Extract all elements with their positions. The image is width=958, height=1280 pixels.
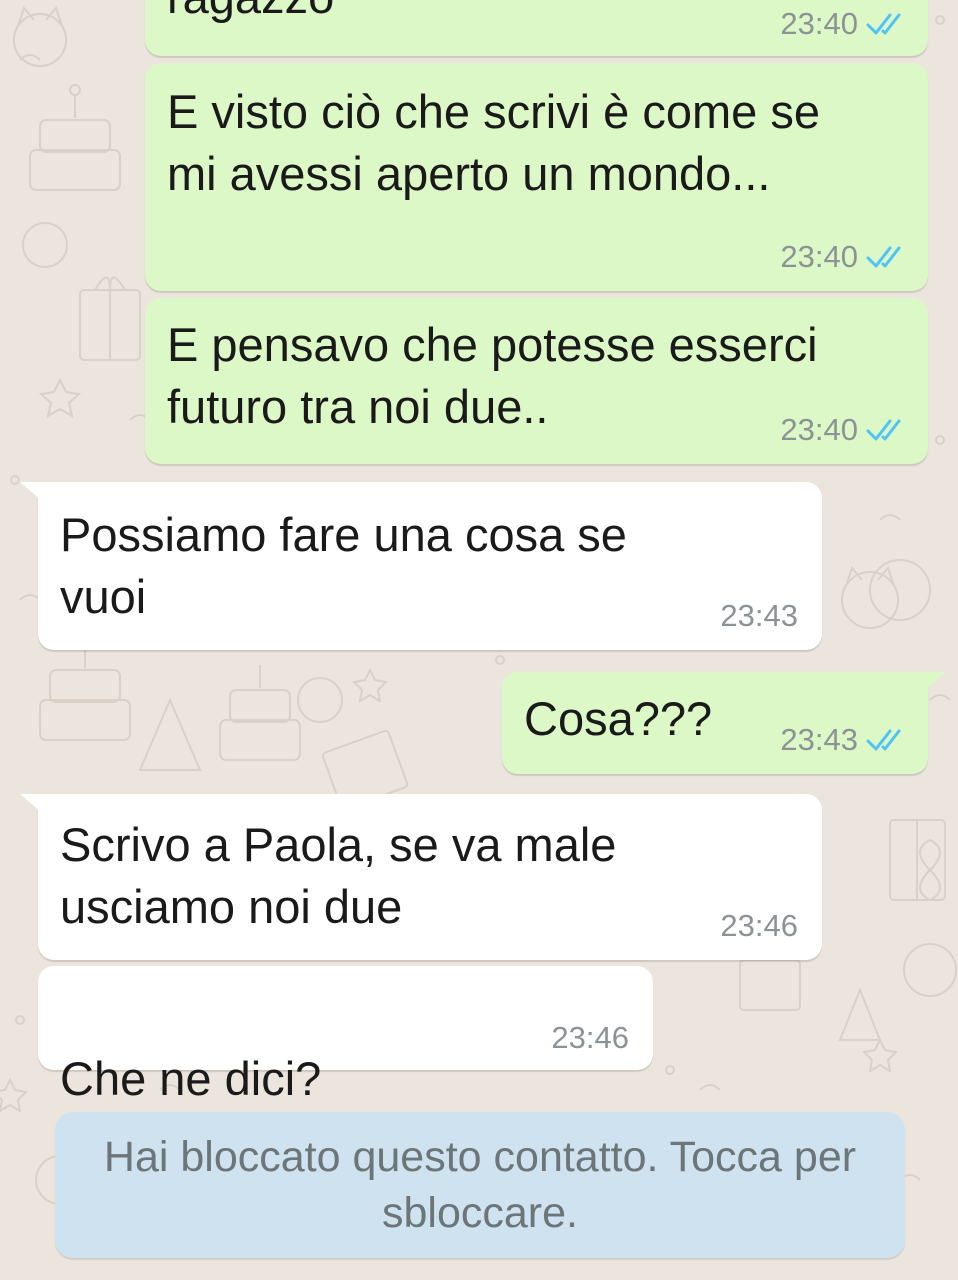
double-check-read-icon	[866, 729, 901, 751]
message-text: E visto ciò che scrivi è come se mi aves…	[167, 85, 820, 200]
incoming-message[interactable]: Scrivo a Paola, se va male usciamo noi d…	[20, 794, 822, 960]
double-check-read-icon	[866, 419, 901, 441]
message-text: Cosa???	[524, 692, 713, 745]
message-text: ragazzo	[167, 0, 334, 28]
message-text: Scrivo a Paola, se va male usciamo noi d…	[60, 818, 617, 933]
blocked-contact-notice: Hai bloccato questo contatto. Tocca per …	[103, 1133, 857, 1237]
message-time: 23:40	[780, 6, 858, 41]
outgoing-message[interactable]: ragazzo 23:40	[145, 0, 928, 56]
bubble-tail	[20, 794, 50, 820]
incoming-message[interactable]: Che ne dici? 23:46	[38, 966, 653, 1228]
bubble-tail	[916, 672, 946, 698]
outgoing-message[interactable]: E visto ciò che scrivi è come se mi aves…	[145, 63, 928, 291]
double-check-read-icon	[866, 246, 901, 268]
message-meta: 23:43	[720, 598, 798, 634]
double-check-read-icon	[866, 13, 901, 35]
outgoing-message[interactable]: Cosa??? 23:43	[502, 672, 946, 774]
message-time: 23:40	[780, 412, 858, 447]
message-meta: 23:43	[780, 722, 906, 758]
message-meta: 23:40	[780, 412, 906, 448]
message-time: 23:43	[780, 722, 858, 757]
message-meta: 23:40	[780, 239, 906, 275]
message-text: Possiamo fare una cosa se vuoi	[60, 508, 627, 623]
message-list[interactable]: ragazzo 23:40 E visto ciò che scrivi è c…	[0, 0, 958, 1280]
message-time: 23:46	[720, 908, 798, 943]
message-meta: 23:46	[720, 908, 798, 944]
outgoing-message[interactable]: E pensavo che potesse esserci futuro tra…	[145, 298, 928, 464]
message-text-content: Che ne dici?	[60, 1052, 322, 1105]
message-time: 23:40	[780, 239, 858, 274]
message-text: E pensavo che potesse esserci futuro tra…	[167, 318, 818, 433]
message-time: 23:43	[720, 598, 798, 633]
message-time: 23:46	[551, 1020, 629, 1055]
message-meta: 23:46	[551, 1020, 629, 1056]
incoming-message[interactable]: Possiamo fare una cosa se vuoi 23:43	[20, 482, 822, 650]
message-meta: 23:40	[780, 6, 906, 42]
bubble-tail	[20, 482, 50, 508]
unblock-contact-banner[interactable]: Hai bloccato questo contatto. Tocca per …	[55, 1112, 905, 1258]
